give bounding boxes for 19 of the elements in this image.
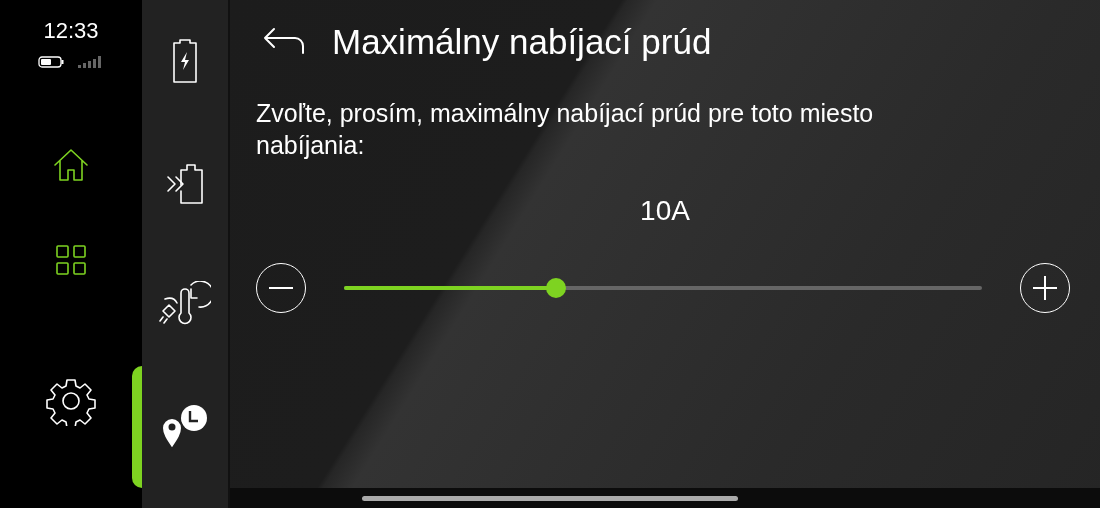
battery-icon: [38, 56, 64, 68]
clock: 12:33: [43, 20, 99, 42]
settings-icon: [46, 376, 96, 426]
increase-button[interactable]: [1020, 263, 1070, 313]
settings-button[interactable]: [46, 376, 96, 426]
plus-icon: [1033, 276, 1057, 300]
signal-icon: [78, 56, 104, 68]
description: Zvoľte, prosím, maximálny nabíjací prúd pre toto miesto nabíjania:: [256, 98, 875, 161]
page-title: Maximálny nabíjací prúd: [332, 24, 712, 59]
minus-icon: [269, 287, 293, 289]
home-button[interactable]: [52, 146, 90, 184]
apps-button[interactable]: [55, 244, 87, 276]
decrease-button[interactable]: [256, 263, 306, 313]
current-reading: 10A: [640, 197, 690, 225]
home-icon: [52, 146, 90, 184]
apps-grid-icon: [55, 244, 87, 276]
home-indicator[interactable]: [362, 495, 738, 501]
slider-thumb[interactable]: [546, 278, 567, 298]
battery-charging-icon: [170, 37, 200, 85]
